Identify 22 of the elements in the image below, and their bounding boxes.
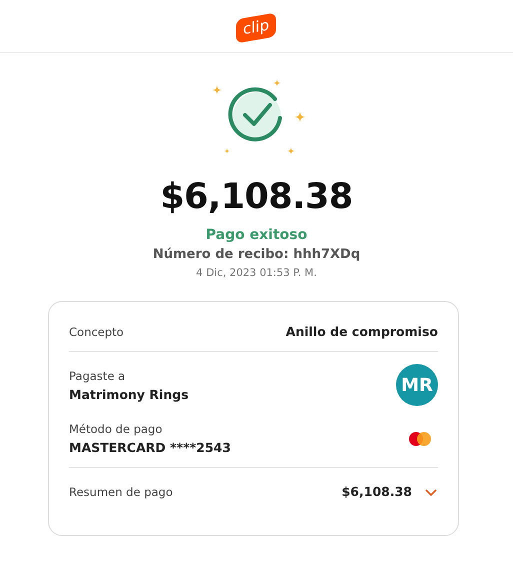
payee-label: Pagaste a xyxy=(69,368,126,382)
payee-name: Matrimony Rings xyxy=(69,386,189,402)
card-number: MASTERCARD ****2543 xyxy=(69,440,231,455)
payment-date: 4 Dic, 2023 01:53 P. M. xyxy=(196,267,317,279)
chevron-down-icon[interactable] xyxy=(424,486,438,496)
merchant-avatar: MR xyxy=(396,364,438,406)
sparkle-icon xyxy=(286,147,294,155)
sparkle-icon xyxy=(224,148,230,154)
sparkle-icon xyxy=(212,85,222,95)
receipt-number: Número de recibo: hhh7XDq xyxy=(152,247,360,262)
concept-label: Concepto xyxy=(69,324,124,338)
payment-method-label: Método de pago xyxy=(69,422,164,436)
payment-status: Pago exitoso xyxy=(206,227,308,243)
card-brand-icon xyxy=(408,430,432,446)
sparkle-icon xyxy=(294,111,306,123)
sparkle-icon xyxy=(272,79,280,87)
summary-amount: $6,108.38 xyxy=(342,484,412,499)
concept-value: Anillo de compromiso xyxy=(286,324,438,339)
summary-label: Resumen de pago xyxy=(69,484,173,498)
payment-amount: $6,108.38 xyxy=(160,177,353,217)
clip-logo: clip xyxy=(236,12,277,44)
success-check-icon xyxy=(228,87,282,142)
